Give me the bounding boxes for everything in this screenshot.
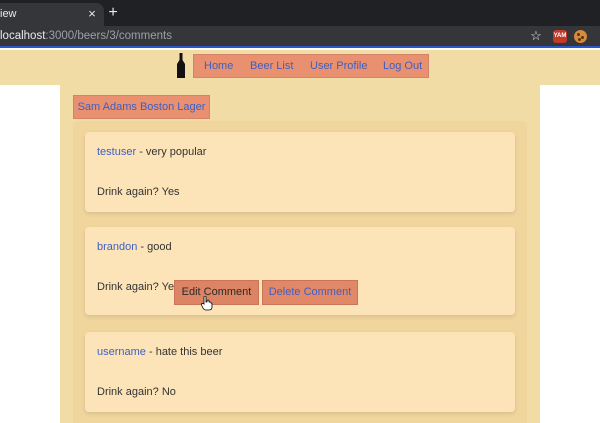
delete-comment-button[interactable]: Delete Comment [262, 280, 358, 305]
tab-title: iew [0, 8, 17, 20]
cookie-extension-icon[interactable] [574, 30, 587, 43]
comment-line: brandon - good [97, 241, 172, 253]
address-bar[interactable]: localhost:3000/beers/3/comments ☆ YAM [0, 26, 600, 48]
beer-bottle-icon [177, 53, 185, 78]
comment-card: testuser - very popular Drink again? Yes [85, 132, 515, 212]
browser-tab[interactable]: iew × [0, 3, 104, 26]
drink-again-text: Drink again? No [97, 386, 176, 398]
url-text[interactable]: localhost:3000/beers/3/comments [0, 30, 172, 42]
comment-user-link[interactable]: testuser [97, 146, 136, 158]
comment-user-link[interactable]: username [97, 346, 146, 358]
drink-again-text: Drink again? Yes [97, 186, 180, 198]
bookmark-star-icon[interactable]: ☆ [529, 28, 543, 44]
drink-again-text: Drink again? Yes [97, 281, 180, 293]
right-margin [540, 85, 600, 423]
nav-user-profile-link[interactable]: User Profile [310, 60, 367, 72]
comment-text: - very popular [136, 146, 207, 158]
nav-beer-list-link[interactable]: Beer List [250, 60, 293, 72]
main-nav: Home Beer List User Profile Log Out [193, 54, 429, 78]
comment-user-link[interactable]: brandon [97, 241, 137, 253]
browser-tab-bar: iew × + [0, 0, 600, 26]
nav-home-link[interactable]: Home [204, 60, 233, 72]
beer-title-button[interactable]: Sam Adams Boston Lager [73, 95, 210, 119]
comment-text: - good [137, 241, 172, 253]
edit-comment-button[interactable]: Edit Comment [174, 280, 259, 305]
new-tab-icon[interactable]: + [106, 4, 120, 22]
left-margin [0, 85, 60, 423]
extension-icon[interactable]: YAM [553, 30, 567, 43]
url-host: localhost [0, 30, 46, 42]
url-path: :3000/beers/3/comments [45, 30, 172, 42]
comment-line: username - hate this beer [97, 346, 222, 358]
comment-line: testuser - very popular [97, 146, 206, 158]
hand-cursor-icon [201, 296, 213, 311]
comment-card: username - hate this beer Drink again? N… [85, 332, 515, 412]
nav-log-out-link[interactable]: Log Out [383, 60, 422, 72]
comment-text: - hate this beer [145, 346, 223, 358]
tab-close-icon[interactable]: × [85, 6, 99, 21]
